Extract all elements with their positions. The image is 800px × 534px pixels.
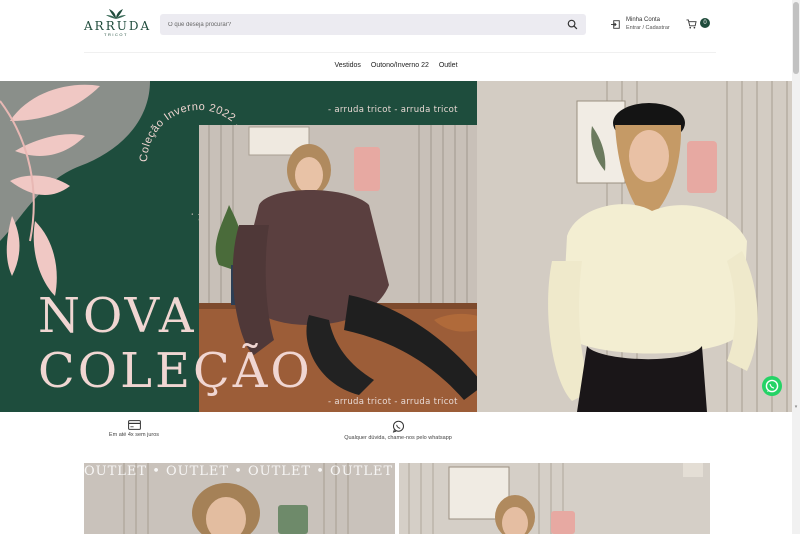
scroll-down-arrow-icon[interactable]: ▾	[793, 404, 799, 410]
logo-wordmark: ARRUDA	[84, 19, 152, 33]
nav-item-outono-inverno[interactable]: Outono/Inverno 22	[371, 58, 429, 74]
login-register-link[interactable]: Entrar / Cadastrar	[626, 25, 670, 31]
nav-item-vestidos[interactable]: Vestidos	[334, 58, 360, 74]
installments-info: Em até 4x sem juros	[96, 420, 172, 438]
whatsapp-info[interactable]: Qualquer dúvida, chame-nos pelo whatsapp	[328, 420, 468, 441]
cart-count-badge: 0	[700, 18, 710, 28]
header-divider	[84, 52, 716, 53]
account-title: Minha Conta	[626, 17, 661, 23]
scrollbar-thumb[interactable]	[793, 2, 799, 74]
tagline-bottom: - arruda tricot - arruda tricot	[328, 397, 458, 407]
credit-card-icon	[127, 420, 141, 430]
search-icon[interactable]	[567, 19, 578, 30]
account-link[interactable]: Minha Conta Entrar / Cadastrar	[611, 16, 681, 34]
installments-text: Em até 4x sem juros	[108, 432, 160, 438]
outlet-tile-left[interactable]: OUTLET • OUTLET • OUTLET • OUTLET • OUTL…	[84, 463, 395, 534]
model-photo-cream-sweater	[477, 81, 792, 412]
outlet-tile-right[interactable]	[399, 463, 710, 534]
headline-nova: NOVA	[38, 288, 197, 344]
headline-colecao: COLEÇÃO	[38, 343, 313, 399]
outlet-band-left: OUTLET • OUTLET • OUTLET • OUTLET • OUTL…	[84, 464, 395, 479]
whatsapp-float-button[interactable]	[762, 376, 782, 396]
nav-item-outlet[interactable]: Outlet	[439, 58, 458, 74]
page-scrollbar[interactable]: ▾	[792, 0, 800, 534]
site-header: ARRUDA TRICOT Minha Conta Entrar / Cadas…	[0, 0, 792, 52]
search-bar	[160, 14, 586, 35]
tagline-top: - arruda tricot - arruda tricot	[328, 105, 458, 115]
photo-illustration-2	[477, 81, 792, 412]
whatsapp-help-text: Qualquer dúvida, chame-nos pelo whatsapp	[344, 435, 452, 441]
whatsapp-icon	[765, 379, 779, 393]
cart-icon	[686, 19, 697, 29]
main-nav: Vestidos Outono/Inverno 22 Outlet	[0, 58, 792, 74]
hero-banner[interactable]: Coleção Inverno 2022 . Coleção Inverno 2…	[0, 81, 792, 412]
cart-button[interactable]: 0	[686, 17, 712, 31]
login-icon	[611, 20, 620, 29]
whatsapp-outline-icon	[392, 420, 404, 433]
outlet-photo-right	[399, 463, 710, 534]
logo[interactable]: ARRUDA TRICOT	[84, 8, 152, 42]
search-input[interactable]	[168, 17, 558, 32]
